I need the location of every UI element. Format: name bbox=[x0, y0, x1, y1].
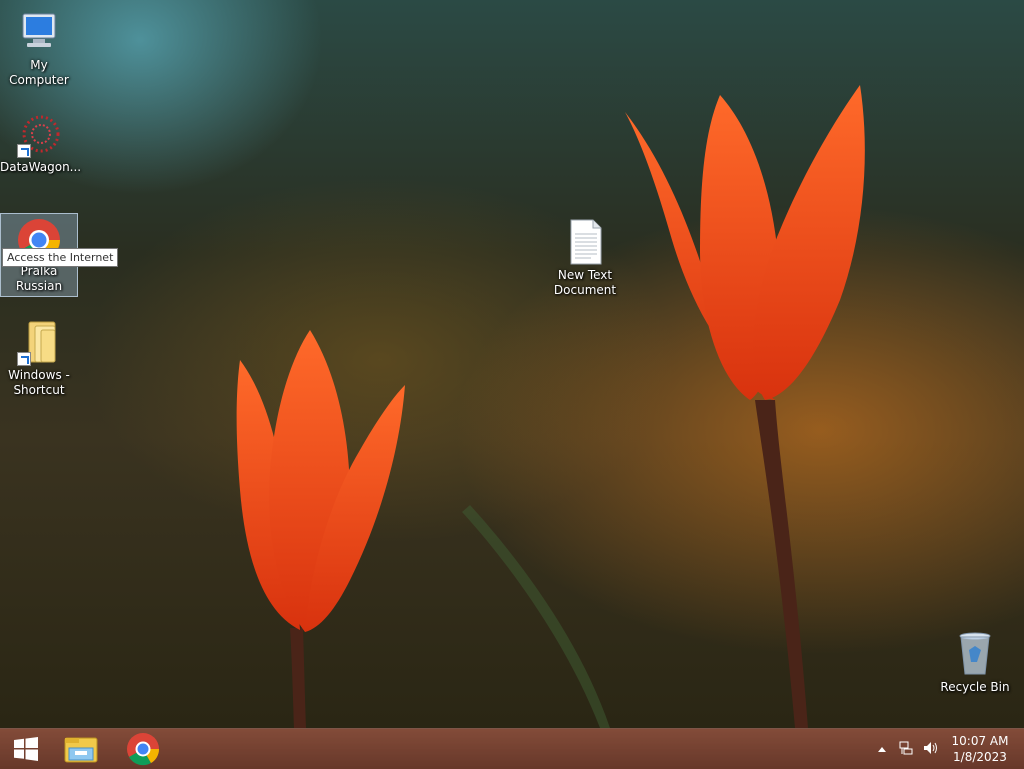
windows-start-icon bbox=[14, 737, 38, 761]
taskbar-chrome-button[interactable] bbox=[117, 729, 169, 769]
clock-time: 10:07 AM bbox=[951, 734, 1009, 748]
start-button[interactable] bbox=[0, 729, 52, 769]
file-explorer-icon bbox=[64, 737, 98, 763]
recycle-bin-icon bbox=[951, 630, 999, 678]
icon-label: New Text Document bbox=[553, 268, 617, 297]
network-icon[interactable] bbox=[894, 740, 918, 759]
show-hidden-icons-icon[interactable] bbox=[870, 742, 894, 756]
icon-label: DataWagon... bbox=[0, 160, 82, 174]
clock-date: 1/8/2023 bbox=[953, 750, 1007, 764]
shortcut-arrow-icon bbox=[17, 144, 31, 158]
shortcut-arrow-icon bbox=[17, 352, 31, 366]
datawagon-icon-item[interactable]: DataWagon... bbox=[0, 110, 82, 175]
windows-shortcut-icon-item[interactable]: Windows - Shortcut bbox=[0, 318, 78, 398]
tulip-wallpaper bbox=[236, 85, 865, 728]
new-text-document-icon-item[interactable]: New Text Document bbox=[546, 218, 624, 298]
desktop-background[interactable]: My Computer DataWagon... Pralka Russian … bbox=[0, 0, 1024, 728]
chrome-icon bbox=[127, 733, 160, 766]
recycle-bin-icon-item[interactable]: Recycle Bin bbox=[936, 630, 1014, 695]
system-tray: 10:07 AM 1/8/2023 bbox=[870, 729, 1024, 769]
clock[interactable]: 10:07 AM 1/8/2023 bbox=[944, 733, 1016, 765]
datawagon-icon bbox=[15, 110, 63, 158]
volume-icon[interactable] bbox=[918, 740, 944, 759]
my-computer-icon-item[interactable]: My Computer bbox=[0, 8, 78, 88]
text-file-icon bbox=[561, 218, 609, 266]
icon-label: Pralka Russian bbox=[15, 264, 63, 293]
icon-label: Recycle Bin bbox=[940, 680, 1010, 694]
tooltip: Access the Internet bbox=[2, 248, 119, 267]
taskbar-file-explorer-button[interactable] bbox=[55, 729, 107, 769]
icon-label: Windows - Shortcut bbox=[8, 368, 70, 397]
folder-icon bbox=[15, 318, 63, 366]
computer-icon bbox=[15, 8, 63, 56]
taskbar: 10:07 AM 1/8/2023 bbox=[0, 728, 1024, 769]
icon-label: My Computer bbox=[9, 58, 69, 87]
